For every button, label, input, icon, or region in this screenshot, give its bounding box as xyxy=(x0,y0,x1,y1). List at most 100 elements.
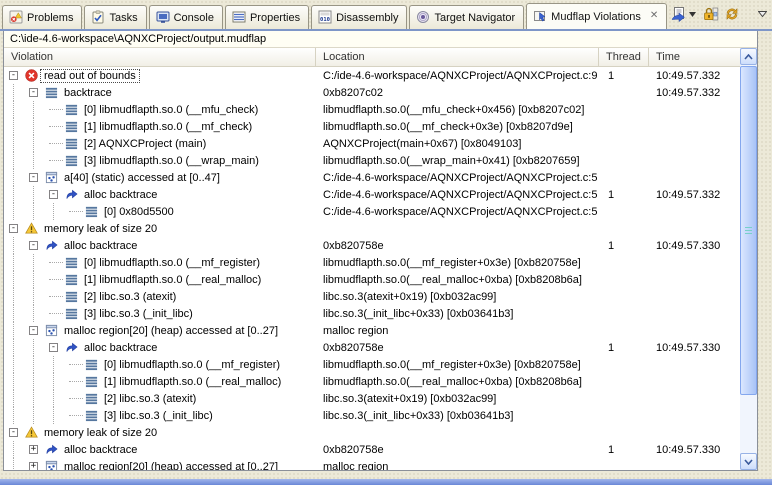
tab-disassembly[interactable]: 010Disassembly xyxy=(311,5,407,29)
tree-guide-line xyxy=(13,84,14,101)
tab-label: Problems xyxy=(27,11,73,24)
tab-mudflap-violations[interactable]: Mudflap Violations✕ xyxy=(526,3,667,29)
violation-row[interactable]: +malloc region[20] (heap) accessed at [0… xyxy=(4,458,740,470)
log-file-path: C:\ide-4.6-workspace\AQNXCProject/output… xyxy=(4,31,757,48)
violation-label: alloc backtrace xyxy=(81,342,160,354)
tree-guide-line xyxy=(13,271,14,288)
violation-row[interactable]: -backtrace0xb8207c0210:49.57.332 xyxy=(4,84,740,101)
violation-row[interactable]: [1] libmudflapth.so.0 (__real_malloc)lib… xyxy=(4,373,740,390)
tab-problems[interactable]: Problems xyxy=(2,5,82,29)
alloc-icon xyxy=(63,341,79,354)
column-header-thread[interactable]: Thread xyxy=(599,48,649,66)
close-icon[interactable]: ✕ xyxy=(650,11,658,21)
violation-row[interactable]: +alloc backtrace0xb820758e110:49.57.330 xyxy=(4,441,740,458)
column-header-time[interactable]: Time xyxy=(649,48,740,66)
violation-label: [0] libmudflapth.so.0 (__mfu_check) xyxy=(81,104,261,116)
tree-connector xyxy=(49,313,63,314)
tree-connector xyxy=(49,126,63,127)
table-rows: -read out of boundsC:/ide-4.6-workspace/… xyxy=(4,67,740,470)
violation-row[interactable]: [2] libc.so.3 (atexit)libc.so.3(atexit+0… xyxy=(4,288,740,305)
violation-row[interactable]: [2] libc.so.3 (atexit)libc.so.3(atexit+0… xyxy=(4,390,740,407)
scroll-lock-button[interactable] xyxy=(702,5,720,23)
tree-guide-line xyxy=(33,305,34,322)
violation-row[interactable]: [3] libmudflapth.so.0 (__wrap_main)libmu… xyxy=(4,152,740,169)
scrollbar-track[interactable] xyxy=(740,65,757,453)
location-cell: 0xb820758e xyxy=(316,237,599,254)
collapse-toggle[interactable]: - xyxy=(9,224,18,233)
expand-toggle[interactable]: + xyxy=(29,462,38,470)
violation-row[interactable]: -read out of boundsC:/ide-4.6-workspace/… xyxy=(4,67,740,84)
collapse-toggle[interactable]: - xyxy=(29,241,38,250)
violation-row[interactable]: -alloc backtraceC:/ide-4.6-workspace/AQN… xyxy=(4,186,740,203)
refresh-button[interactable] xyxy=(723,5,741,23)
scroll-down-button[interactable] xyxy=(740,453,757,470)
open-log-dropdown-icon[interactable] xyxy=(689,12,696,17)
tree-guide-line xyxy=(13,203,14,220)
error-icon xyxy=(23,69,39,82)
violation-row[interactable]: [1] libmudflapth.so.0 (__real_malloc)lib… xyxy=(4,271,740,288)
thread-cell xyxy=(599,356,649,373)
tree-connector xyxy=(49,262,63,263)
violation-label: [3] libmudflapth.so.0 (__wrap_main) xyxy=(81,155,262,167)
tree-guide-line xyxy=(13,407,14,424)
collapse-toggle[interactable]: - xyxy=(29,88,38,97)
open-log-button[interactable] xyxy=(669,5,688,23)
violation-row[interactable]: -memory leak of size 20 xyxy=(4,220,740,237)
location-cell: malloc region xyxy=(316,322,599,339)
collapse-toggle[interactable]: - xyxy=(9,71,18,80)
violation-label: malloc region[20] (heap) accessed at [0.… xyxy=(61,325,281,337)
violation-row[interactable]: - malloc region[20] (heap) accessed at [0… xyxy=(4,322,740,339)
violation-row[interactable]: [0] 0x80d5500C:/ide-4.6-workspace/AQNXCP… xyxy=(4,203,740,220)
tab-target-navigator[interactable]: Target Navigator xyxy=(409,5,524,29)
violation-cell: -alloc backtrace xyxy=(4,237,316,254)
tree-guide-line xyxy=(33,373,34,390)
time-cell xyxy=(649,220,740,237)
frames-icon xyxy=(63,154,79,167)
tree-guide-line xyxy=(13,288,14,305)
violation-row[interactable]: [0] libmudflapth.so.0 (__mfu_check)libmu… xyxy=(4,101,740,118)
violation-row[interactable]: -alloc backtrace0xb820758e110:49.57.330 xyxy=(4,339,740,356)
collapse-toggle[interactable]: - xyxy=(9,428,18,437)
violation-row[interactable]: [1] libmudflapth.so.0 (__mf_check) libmud… xyxy=(4,118,740,135)
violation-cell: - malloc region[20] (heap) accessed at [0… xyxy=(4,322,316,339)
violation-row[interactable]: -a[40] (static) accessed at [0..47]C:/id… xyxy=(4,169,740,186)
scroll-up-button[interactable] xyxy=(740,48,757,65)
mudflap-violations-icon xyxy=(533,9,547,23)
violation-row[interactable]: [3] libc.so.3 (_init_libc)libc.so.3(_ini… xyxy=(4,407,740,424)
collapse-toggle[interactable]: - xyxy=(49,190,58,199)
scrollbar-thumb[interactable] xyxy=(740,66,757,395)
time-cell: 10:49.57.332 xyxy=(649,186,740,203)
tree-guide-line xyxy=(53,203,54,220)
violation-row[interactable]: -alloc backtrace0xb820758e110:49.57.330 xyxy=(4,237,740,254)
violation-row[interactable]: [2] AQNXCProject (main)AQNXCProject(main… xyxy=(4,135,740,152)
window-bottom-border xyxy=(0,479,772,485)
chevron-down-icon xyxy=(744,459,753,465)
collapse-toggle[interactable]: - xyxy=(29,326,38,335)
violation-row[interactable]: -memory leak of size 20 xyxy=(4,424,740,441)
column-header-location[interactable]: Location xyxy=(316,48,599,66)
tree-guide-line xyxy=(33,203,34,220)
expand-toggle[interactable]: + xyxy=(29,445,38,454)
tab-console[interactable]: Console xyxy=(149,5,223,29)
collapse-toggle[interactable]: - xyxy=(49,343,58,352)
violation-row[interactable]: [0] libmudflapth.so.0 (__mf_register)lib… xyxy=(4,254,740,271)
location-cell: libmudflapth.so.0(__mf_check+0x3e) [0xb8… xyxy=(316,118,599,135)
tab-tasks[interactable]: Tasks xyxy=(84,5,146,29)
alloc-icon xyxy=(43,239,59,252)
violations-table: Violation Location Thread Time -read out… xyxy=(4,48,740,470)
violation-row[interactable]: [0] libmudflapth.so.0 (__mf_register)lib… xyxy=(4,356,740,373)
location-cell: C:/ide-4.6-workspace/AQNXCProject/AQNXCP… xyxy=(316,67,599,84)
collapse-toggle[interactable]: - xyxy=(29,173,38,182)
column-header-violation[interactable]: Violation xyxy=(4,48,316,66)
violation-row[interactable]: [3] libc.so.3 (_init_libc)libc.so.3(_ini… xyxy=(4,305,740,322)
location-cell: libmudflapth.so.0(__mf_register+0x3e) [0… xyxy=(316,254,599,271)
view-menu-icon[interactable] xyxy=(758,11,767,17)
time-cell: 10:49.57.330 xyxy=(649,441,740,458)
location-cell: C:/ide-4.6-workspace/AQNXCProject/AQNXCP… xyxy=(316,169,599,186)
tab-properties[interactable]: Properties xyxy=(225,5,309,29)
violation-label: [1] libmudflapth.so.0 (__mf_check) xyxy=(81,121,255,133)
thread-cell xyxy=(599,271,649,288)
vertical-scrollbar[interactable] xyxy=(740,48,757,470)
thread-cell xyxy=(599,169,649,186)
thread-cell xyxy=(599,407,649,424)
